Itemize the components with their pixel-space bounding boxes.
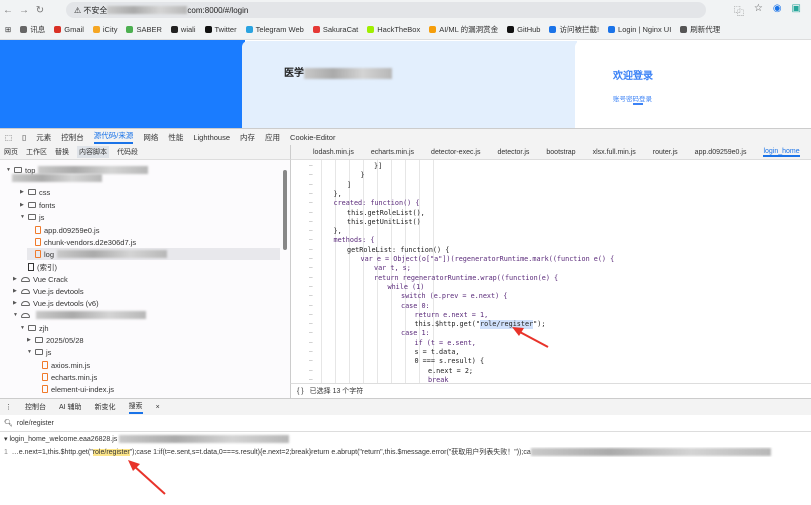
red-arrow bbox=[512, 327, 549, 348]
annotation-arrows bbox=[128, 327, 549, 495]
red-arrow bbox=[128, 460, 166, 495]
